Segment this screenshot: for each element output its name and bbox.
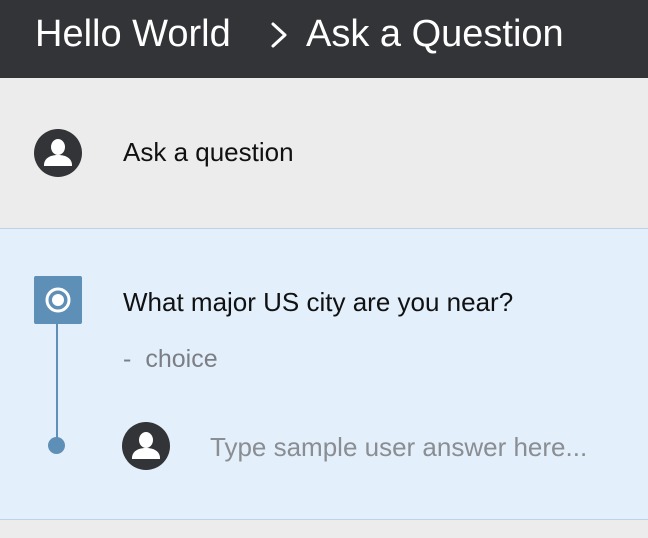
step-connector-line <box>56 324 58 444</box>
question-type: - choice <box>123 344 218 374</box>
ask-question-row[interactable]: Ask a question <box>0 78 648 228</box>
chevron-right-icon <box>264 20 294 50</box>
question-card: What major US city are you near? - choice <box>0 228 648 520</box>
bottom-strip <box>0 520 648 538</box>
question-type-label: choice <box>145 345 218 373</box>
question-type-dash: - <box>123 345 132 373</box>
question-text[interactable]: What major US city are you near? <box>123 286 513 318</box>
user-avatar-icon <box>34 129 82 177</box>
radio-step-icon <box>34 276 82 324</box>
sample-answer-input[interactable] <box>208 427 640 467</box>
top-bar: Hello World Ask a Question <box>0 0 648 78</box>
breadcrumb-home[interactable]: Hello World <box>35 12 231 56</box>
step-end-dot <box>48 437 65 454</box>
ask-question-label: Ask a question <box>123 137 294 167</box>
page-title: Ask a Question <box>306 13 564 55</box>
user-avatar-icon <box>122 422 170 470</box>
